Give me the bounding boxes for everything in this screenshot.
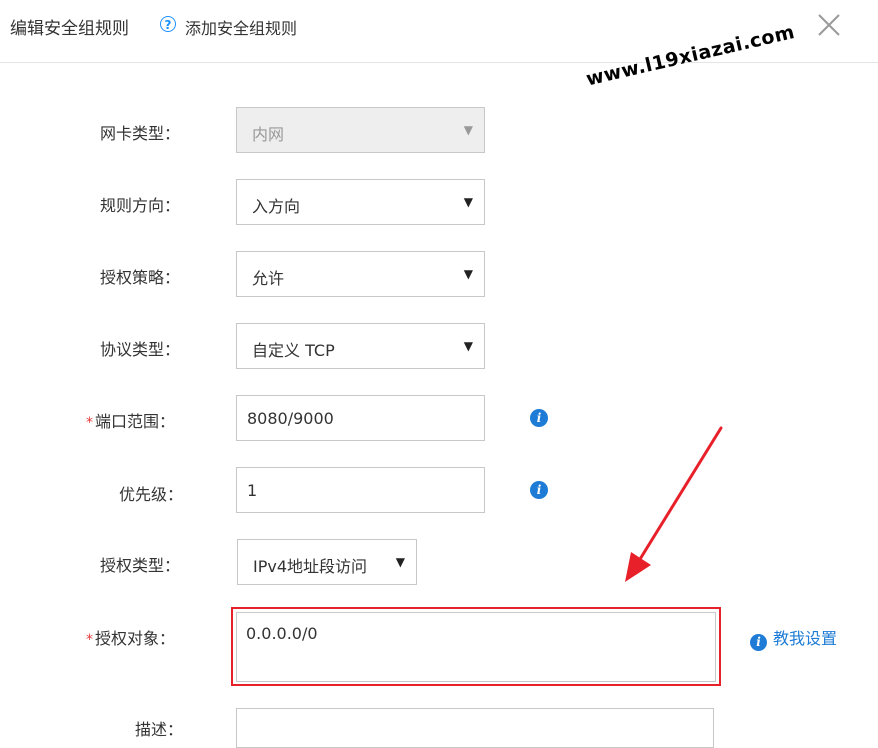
port-range-input[interactable]: 8080/9000 bbox=[236, 395, 485, 441]
auth-policy-label: 授权策略： bbox=[100, 268, 181, 287]
auth-object-value: 0.0.0.0/0 bbox=[246, 624, 318, 643]
rule-direction-select[interactable]: 入方向 ▼ bbox=[236, 179, 485, 225]
auth-type-select[interactable]: IPv4地址段访问 ▼ bbox=[237, 539, 417, 585]
auth-object-label-wrap: * 授权对象： bbox=[86, 625, 175, 649]
question-circle-icon[interactable]: ? bbox=[160, 16, 176, 32]
auth-policy-value: 允许 bbox=[252, 269, 285, 288]
nic-type-select[interactable]: 内网 ▼ bbox=[236, 107, 485, 153]
required-mark: * bbox=[86, 632, 93, 648]
annotation-arrow bbox=[625, 426, 723, 582]
port-range-label: 端口范围： bbox=[95, 412, 176, 431]
dialog-title: 编辑安全组规则 bbox=[10, 19, 129, 39]
auth-policy-select[interactable]: 允许 ▼ bbox=[236, 251, 485, 297]
protocol-type-select[interactable]: 自定义 TCP ▼ bbox=[236, 323, 485, 369]
teach-me-link[interactable]: i 教我设置 bbox=[750, 625, 837, 651]
description-input[interactable] bbox=[236, 708, 714, 748]
required-mark: * bbox=[86, 415, 93, 431]
info-icon[interactable]: i bbox=[530, 481, 548, 499]
teach-me-text: 教我设置 bbox=[773, 629, 838, 648]
add-rule-help-link[interactable]: 添加安全组规则 bbox=[185, 15, 297, 39]
priority-value: 1 bbox=[247, 481, 258, 500]
chevron-down-icon: ▼ bbox=[463, 267, 473, 281]
port-range-label-wrap: * 端口范围： bbox=[86, 408, 175, 432]
port-range-value: 8080/9000 bbox=[247, 409, 334, 428]
rule-direction-value: 入方向 bbox=[252, 197, 301, 216]
rule-direction-label: 规则方向： bbox=[100, 196, 181, 215]
auth-object-textarea[interactable]: 0.0.0.0/0 bbox=[236, 612, 716, 682]
auth-object-label: 授权对象： bbox=[95, 629, 176, 648]
info-icon[interactable]: i bbox=[530, 409, 548, 427]
nic-type-label: 网卡类型： bbox=[100, 124, 181, 143]
priority-input[interactable]: 1 bbox=[236, 467, 485, 513]
chevron-down-icon: ▼ bbox=[395, 555, 405, 569]
description-label: 描述： bbox=[135, 720, 184, 739]
protocol-type-value: 自定义 TCP bbox=[252, 341, 335, 360]
auth-type-label: 授权类型： bbox=[100, 556, 181, 575]
priority-label: 优先级： bbox=[119, 485, 184, 504]
chevron-down-icon: ▼ bbox=[463, 195, 473, 209]
close-icon[interactable] bbox=[814, 10, 844, 40]
chevron-down-icon: ▼ bbox=[463, 123, 473, 137]
nic-type-value: 内网 bbox=[252, 125, 285, 144]
info-icon: i bbox=[750, 634, 767, 651]
auth-type-value: IPv4地址段访问 bbox=[253, 557, 368, 576]
protocol-type-label: 协议类型： bbox=[100, 340, 181, 359]
chevron-down-icon: ▼ bbox=[463, 339, 473, 353]
